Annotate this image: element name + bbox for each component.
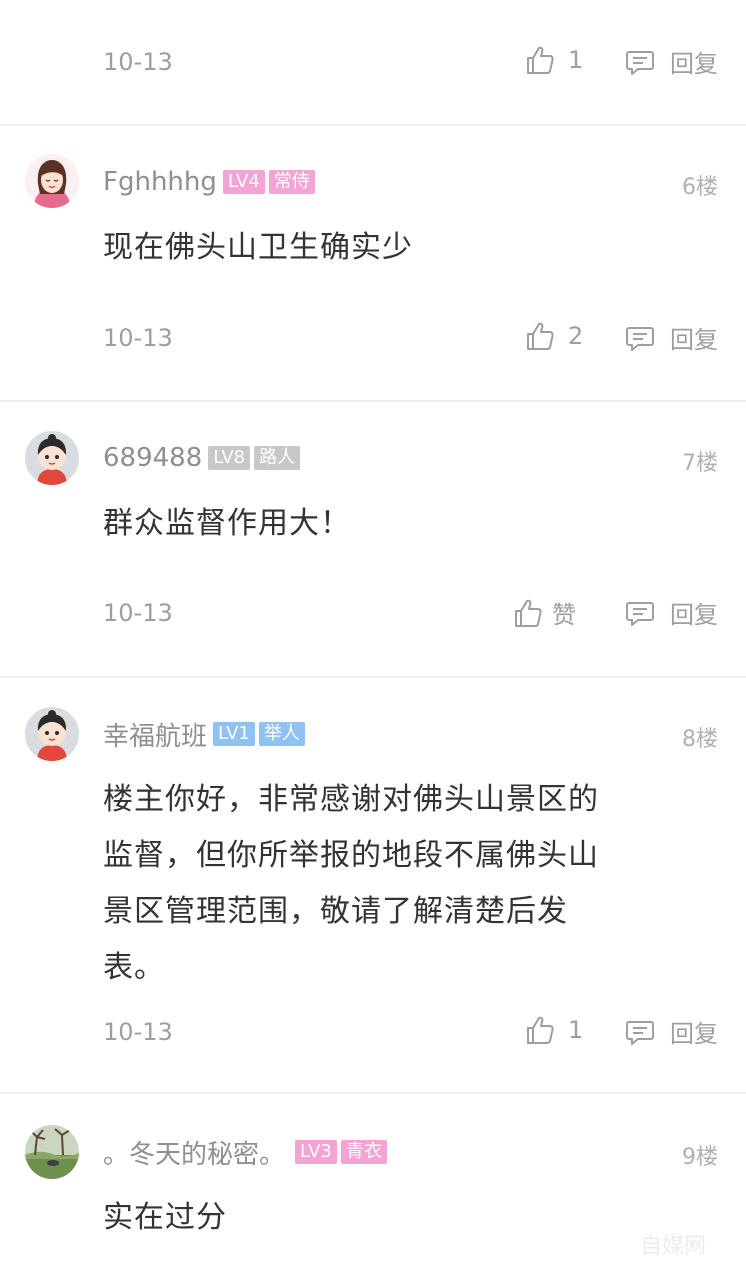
comment-text: 群众监督作用大！ bbox=[103, 506, 351, 541]
comment-icon bbox=[626, 601, 654, 626]
title-badge: 青衣 bbox=[340, 1140, 387, 1164]
comment-text: 楼主你好，非常感谢对佛头山景区的 监督，但你所举报的地段不属佛头山 景区管理范围… bbox=[103, 772, 683, 996]
title-badge: 举人 bbox=[258, 722, 305, 746]
comment-item: 。冬天的秘密。 LV3 青衣 9楼 实在过分 bbox=[0, 1094, 746, 1280]
reply-button[interactable]: 回复 bbox=[624, 320, 718, 355]
user-info: 幸福航班 LV1 举人 bbox=[103, 719, 305, 752]
level-badge: LV4 bbox=[222, 170, 265, 194]
comment-text-line: 景区管理范围，敬请了解清楚后发 bbox=[103, 894, 568, 929]
comment-text: 现在佛头山卫生确实少 bbox=[103, 230, 413, 265]
username[interactable]: Fghhhhg bbox=[103, 167, 217, 197]
floor-number: 9楼 bbox=[682, 1145, 718, 1170]
comment-date: 10-13 bbox=[103, 1018, 173, 1046]
like-label: 赞 bbox=[552, 601, 576, 629]
thumbs-up-icon bbox=[527, 1016, 554, 1044]
like-button[interactable]: 赞 bbox=[512, 595, 576, 630]
comment-date: 10-13 bbox=[103, 599, 173, 627]
reply-label: 回复 bbox=[670, 326, 718, 354]
user-info: Fghhhhg LV4 常侍 bbox=[103, 167, 315, 197]
level-badge: LV3 bbox=[295, 1140, 337, 1164]
username[interactable]: 689488 bbox=[103, 443, 202, 473]
level-badge: LV1 bbox=[213, 722, 255, 746]
comment-item: Fghhhhg LV4 常侍 6楼 现在佛头山卫生确实少 10-13 2 回复 bbox=[0, 126, 746, 400]
comment-icon bbox=[626, 1020, 654, 1045]
avatar[interactable] bbox=[25, 154, 79, 208]
comment-item: 幸福航班 LV1 举人 8楼 楼主你好，非常感谢对佛头山景区的 监督，但你所举报… bbox=[0, 678, 746, 1092]
comment-date: 10-13 bbox=[103, 324, 173, 352]
username[interactable]: 幸福航班 bbox=[103, 716, 207, 753]
comment-top-partial: 10-13 1 回复 bbox=[0, 0, 746, 124]
like-count: 1 bbox=[568, 1016, 584, 1044]
avatar-default-icon bbox=[25, 431, 79, 485]
level-badge: LV8 bbox=[208, 446, 251, 470]
avatar-default-icon bbox=[25, 707, 79, 761]
comment-item: 689488 LV8 路人 7楼 群众监督作用大！ 10-13 赞 回复 bbox=[0, 402, 746, 676]
floor-number: 7楼 bbox=[682, 451, 718, 476]
username[interactable]: 。冬天的秘密。 bbox=[103, 1134, 285, 1171]
avatar[interactable] bbox=[25, 1125, 79, 1179]
thumbs-up-icon bbox=[527, 322, 554, 350]
user-info: 689488 LV8 路人 bbox=[103, 443, 301, 473]
watermark: 自媒网 bbox=[639, 1234, 706, 1259]
comment-date: 10-13 bbox=[103, 48, 173, 76]
like-button[interactable]: 1 bbox=[524, 44, 583, 76]
comment-icon bbox=[626, 326, 654, 351]
comment-icon bbox=[626, 50, 654, 75]
reply-label: 回复 bbox=[670, 601, 718, 629]
avatar-photo-icon bbox=[25, 1125, 79, 1179]
like-count: 1 bbox=[568, 46, 584, 74]
reply-label: 回复 bbox=[670, 50, 718, 78]
reply-button[interactable]: 回复 bbox=[624, 595, 718, 630]
comment-text: 实在过分 bbox=[103, 1200, 227, 1235]
reply-button[interactable]: 回复 bbox=[624, 1014, 718, 1049]
like-button[interactable]: 2 bbox=[524, 320, 583, 352]
title-badge: 常侍 bbox=[268, 170, 315, 194]
comment-text-line: 楼主你好，非常感谢对佛头山景区的 bbox=[103, 782, 599, 817]
floor-number: 6楼 bbox=[682, 175, 718, 200]
like-count: 2 bbox=[568, 322, 584, 350]
comment-text-line: 监督，但你所举报的地段不属佛头山 bbox=[103, 838, 599, 873]
title-badge: 路人 bbox=[254, 446, 301, 470]
floor-number: 8楼 bbox=[682, 727, 718, 752]
like-button[interactable]: 1 bbox=[524, 1014, 583, 1046]
comment-text-line: 表。 bbox=[103, 950, 165, 985]
avatar-girl-icon bbox=[25, 154, 79, 208]
avatar[interactable] bbox=[25, 707, 79, 761]
reply-label: 回复 bbox=[670, 1020, 718, 1048]
user-info: 。冬天的秘密。 LV3 青衣 bbox=[103, 1137, 387, 1170]
thumbs-up-icon bbox=[527, 46, 554, 74]
reply-button[interactable]: 回复 bbox=[624, 44, 718, 79]
avatar[interactable] bbox=[25, 431, 79, 485]
thumbs-up-icon bbox=[515, 599, 542, 627]
